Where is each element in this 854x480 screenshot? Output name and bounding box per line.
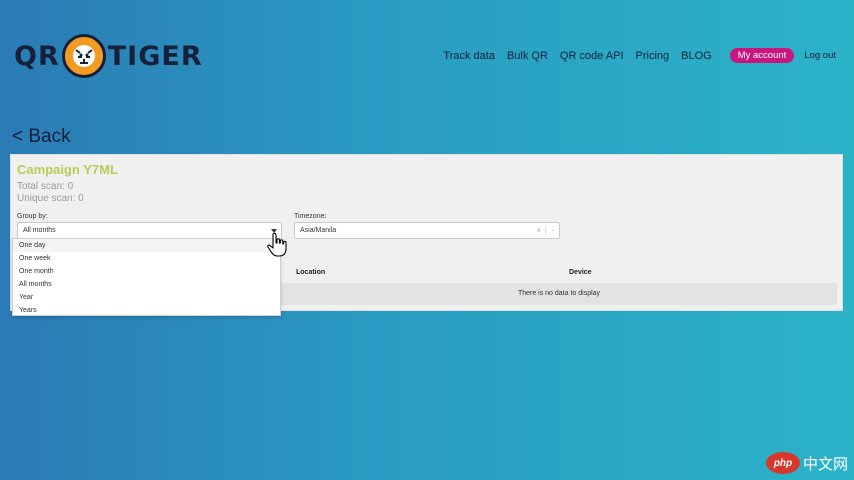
- unique-scan-label: Unique scan:: [17, 193, 76, 204]
- option-all-months[interactable]: All months: [13, 278, 280, 291]
- option-years[interactable]: Years: [13, 304, 280, 317]
- top-nav: Track data Bulk QR QR code API Pricing B…: [431, 48, 836, 63]
- select-divider: [545, 226, 546, 236]
- campaign-title: Campaign Y7ML: [17, 162, 118, 177]
- watermark-logo: php: [765, 452, 800, 474]
- option-year[interactable]: Year: [13, 291, 280, 304]
- nav-blog[interactable]: BLOG: [681, 50, 712, 62]
- timezone-label: Timezone:: [294, 213, 327, 220]
- brand-logo[interactable]: QR TIGER: [14, 34, 203, 78]
- tiger-icon: [61, 34, 106, 78]
- nav-bulk-qr[interactable]: Bulk QR: [507, 50, 548, 62]
- timezone-select[interactable]: Asia/Manila × ⌄: [294, 222, 560, 239]
- group-by-select[interactable]: All months: [17, 222, 282, 239]
- back-link[interactable]: < Back: [12, 126, 71, 148]
- unique-scan-value: 0: [78, 193, 84, 204]
- total-scan-label: Total scan:: [17, 181, 65, 192]
- total-scan: Total scan: 0: [17, 181, 73, 192]
- column-location[interactable]: Location: [296, 269, 325, 276]
- nav-pricing[interactable]: Pricing: [636, 50, 670, 62]
- hand-pointer-icon: [267, 232, 287, 257]
- column-device[interactable]: Device: [569, 269, 592, 276]
- nav-qr-code-api[interactable]: QR code API: [560, 50, 624, 62]
- logo-text-right: TIGER: [107, 40, 203, 72]
- empty-table-message: There is no data to display: [281, 283, 837, 305]
- unique-scan: Unique scan: 0: [17, 193, 84, 204]
- option-one-month[interactable]: One month: [13, 265, 280, 278]
- group-by-value: All months: [23, 227, 56, 234]
- nav-track-data[interactable]: Track data: [443, 50, 495, 62]
- group-by-label: Group by:: [17, 213, 48, 220]
- chevron-down-icon[interactable]: ⌄: [550, 226, 555, 233]
- logo-text-left: QR: [14, 40, 60, 72]
- my-account-button[interactable]: My account: [729, 48, 795, 63]
- clear-icon[interactable]: ×: [536, 226, 541, 235]
- group-by-dropdown: One day One week One month All months Ye…: [12, 238, 281, 316]
- timezone-value: Asia/Manila: [300, 227, 337, 234]
- logout-link[interactable]: Log out: [804, 50, 836, 61]
- option-one-day[interactable]: One day: [13, 239, 280, 252]
- watermark-text: 中文网: [802, 454, 848, 473]
- option-one-week[interactable]: One week: [13, 252, 280, 265]
- total-scan-value: 0: [67, 181, 74, 192]
- watermark: php 中文网: [765, 452, 848, 474]
